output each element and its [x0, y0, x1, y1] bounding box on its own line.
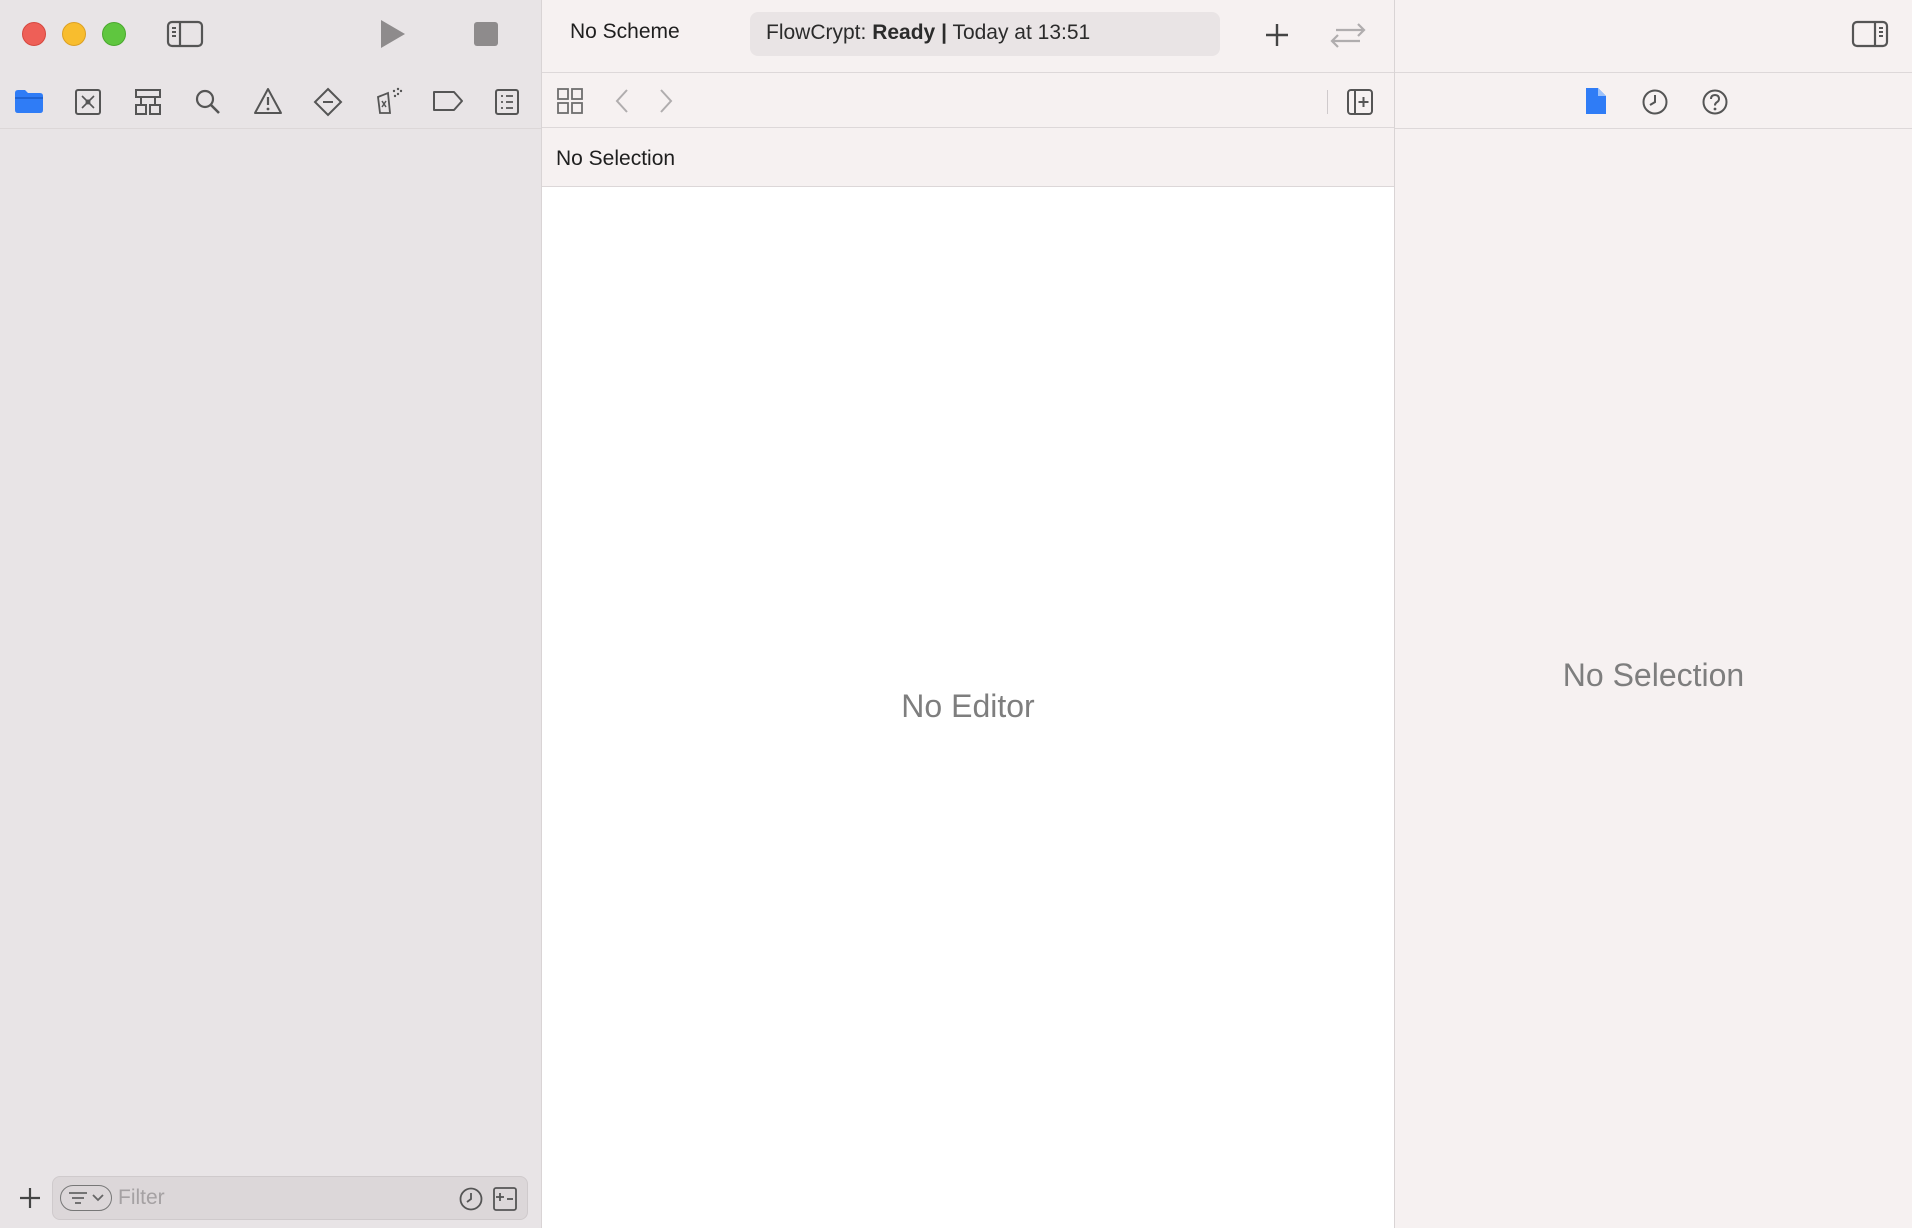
zoom-window-button[interactable] [102, 22, 126, 46]
add-icon[interactable] [1264, 22, 1290, 48]
filter-icon [67, 1191, 89, 1205]
breadcrumb[interactable]: No Selection [556, 147, 675, 171]
add-editor-icon[interactable] [1346, 88, 1374, 116]
related-items-icon[interactable] [556, 87, 584, 115]
source-control-icon[interactable] [74, 88, 102, 116]
inspector-divider[interactable] [1394, 0, 1395, 1228]
file-inspector-icon[interactable] [1584, 86, 1608, 116]
sidebar-toggle-icon[interactable] [166, 19, 204, 49]
search-icon[interactable] [194, 88, 222, 116]
inspector-tabs-divider [1395, 128, 1912, 129]
recent-files-icon[interactable] [458, 1186, 484, 1212]
forward-chevron-icon[interactable] [658, 88, 674, 114]
activity-separator: | [941, 21, 947, 44]
no-editor-message: No Editor [901, 688, 1035, 724]
filter-input[interactable] [118, 1184, 438, 1212]
activity-status: Ready [872, 21, 936, 44]
inspector-toolbar-divider [1395, 72, 1912, 73]
add-file-icon[interactable] [18, 1186, 42, 1210]
close-window-button[interactable] [22, 22, 46, 46]
navigator-toolbar-divider [0, 128, 541, 129]
folder-icon[interactable] [14, 88, 44, 114]
history-inspector-icon[interactable] [1641, 88, 1669, 116]
filter-options-button[interactable] [60, 1185, 112, 1211]
source-control-status-icon[interactable] [492, 1186, 518, 1212]
quick-help-icon[interactable] [1701, 88, 1729, 116]
inspector-no-selection-message: No Selection [1562, 657, 1745, 693]
stop-icon[interactable] [473, 21, 499, 47]
run-icon[interactable] [378, 18, 408, 50]
inspector-panel [1395, 0, 1912, 1228]
jump-bar-separator [1327, 90, 1328, 114]
minimize-window-button[interactable] [62, 22, 86, 46]
scheme-selector[interactable]: No Scheme [570, 20, 680, 44]
navigator-panel [0, 0, 542, 1228]
test-icon[interactable] [313, 87, 343, 117]
inspector-toggle-icon[interactable] [1851, 19, 1889, 49]
debug-icon[interactable] [372, 85, 404, 117]
report-icon[interactable] [494, 88, 520, 116]
chevron-down-icon [92, 1193, 104, 1203]
symbol-icon[interactable] [133, 87, 163, 117]
activity-app: FlowCrypt: [766, 21, 867, 44]
breakpoint-icon[interactable] [432, 90, 464, 112]
issue-icon[interactable] [253, 87, 283, 115]
activity-time: Today at 13:51 [952, 21, 1091, 44]
code-review-icon[interactable] [1328, 20, 1368, 50]
back-chevron-icon[interactable] [614, 88, 630, 114]
activity-status-text: FlowCrypt: Ready | Today at 13:51 [766, 21, 1090, 45]
